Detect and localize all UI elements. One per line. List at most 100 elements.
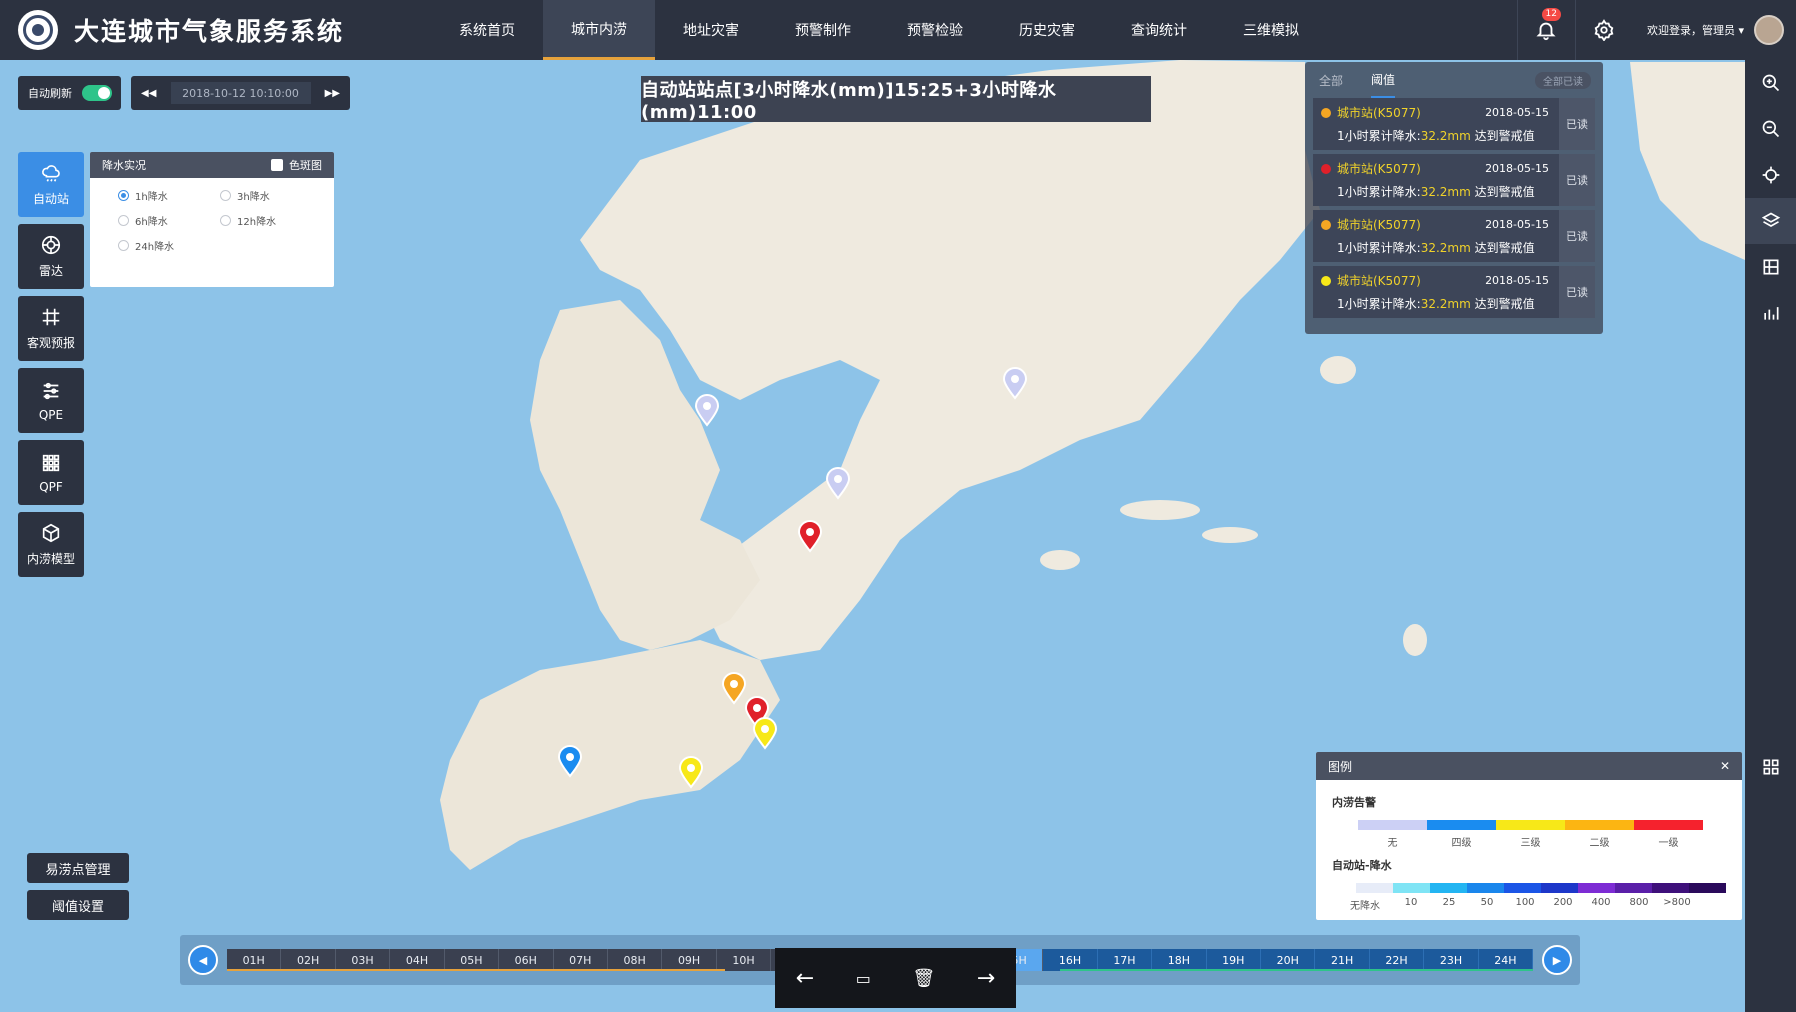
locate-icon[interactable] (1745, 152, 1796, 198)
tool-dots-grid[interactable]: QPF (18, 440, 84, 505)
nav-item[interactable]: 城市内涝 (543, 0, 655, 60)
dots-grid-icon (42, 454, 60, 471)
alert-item[interactable]: 城市站(K5077) 2018-05-15 1小时累计降水:32.2mm 达到警戒值… (1313, 210, 1595, 262)
mark-read-button[interactable]: 已读 (1559, 210, 1595, 262)
timeline-hour[interactable]: 07H (554, 949, 608, 971)
alert-item[interactable]: 城市站(K5077) 2018-05-15 1小时累计降水:32.2mm 达到警戒值… (1313, 154, 1595, 206)
rain-option-radio[interactable]: 24h降水 (118, 238, 220, 253)
delete-icon[interactable]: 🗑 (912, 968, 935, 989)
threshold-settings-button[interactable]: 阈值设置 (27, 890, 129, 920)
tool-sliders[interactable]: QPE (18, 368, 84, 433)
tool-cloud-rain[interactable]: 自动站 (18, 152, 84, 217)
zoom-out-icon[interactable] (1745, 106, 1796, 152)
legend-swatch (1689, 883, 1726, 893)
tool-column: 自动站雷达客观预报 QPE QPF 内涝模型 (18, 152, 84, 584)
legend-title: 图例 (1328, 759, 1353, 774)
rain-option-label: 6h降水 (135, 217, 168, 228)
timeline-hour[interactable]: 21H (1315, 949, 1370, 971)
radio-icon[interactable] (118, 190, 129, 201)
tool-grid[interactable]: 客观预报 (18, 296, 84, 361)
mark-read-button[interactable]: 已读 (1559, 266, 1595, 318)
auto-refresh-control: 自动刷新 (18, 76, 121, 110)
tool-radar[interactable]: 雷达 (18, 224, 84, 289)
redo-arrow-icon[interactable]: → (977, 966, 995, 991)
station-name: 城市站(K5077) (1337, 162, 1421, 176)
legend-swatch (1358, 820, 1427, 830)
timeline-prev-button[interactable]: ◀ (188, 945, 218, 975)
alert-tab[interactable]: 阈值 (1371, 62, 1396, 98)
nav-item[interactable]: 历史灾害 (991, 0, 1103, 60)
timeline-hour[interactable]: 02H (281, 949, 336, 971)
chart-icon[interactable] (1745, 290, 1796, 336)
nav-item[interactable]: 系统首页 (431, 0, 543, 60)
layers-icon[interactable] (1745, 198, 1796, 244)
user-greeting[interactable]: 欢迎登录，管理员 ▾ (1647, 22, 1744, 38)
radio-icon[interactable] (118, 240, 129, 251)
nav-item[interactable]: 查询统计 (1103, 0, 1215, 60)
nav-item[interactable]: 预警制作 (767, 0, 879, 60)
timeline-hour[interactable]: 08H (608, 949, 663, 971)
radio-icon[interactable] (220, 215, 231, 226)
top-bar: 大连城市气象服务系统 系统首页 城市内涝 地址灾害 预警制作 预警检验 历史灾害 查询统计三… (0, 0, 1796, 60)
island (1120, 500, 1200, 520)
alert-panel: 全部 阈值 全部已读 城市站(K5077) 2018-05-15 1小时累计降水:32.… (1305, 62, 1603, 334)
settings-icon[interactable] (1574, 0, 1633, 60)
mark-all-read-button[interactable]: 全部已读 (1535, 72, 1591, 89)
rain-option-label: 1h降水 (135, 192, 168, 203)
nav-item[interactable]: 地址灾害 (655, 0, 767, 60)
timeline-hour[interactable]: 09H (662, 949, 717, 971)
timeline-hour[interactable]: 17H (1097, 949, 1153, 971)
timeline-hour[interactable]: 23H (1424, 949, 1479, 971)
timeline-hour[interactable]: 24H (1478, 949, 1534, 971)
checkbox-icon[interactable] (271, 159, 283, 171)
zoom-in-icon[interactable] (1745, 60, 1796, 106)
rewind-icon[interactable]: ◀◀ (141, 88, 156, 99)
comment-icon[interactable]: ▭ (856, 969, 871, 988)
legend-swatch (1652, 883, 1689, 893)
timeline-hour[interactable]: 03H (336, 949, 391, 971)
app-logo (18, 10, 58, 50)
fast-forward-icon[interactable]: ▶▶ (325, 88, 340, 99)
timeline-hour[interactable]: 05H (445, 949, 500, 971)
datetime-field[interactable]: 2018-10-12 10:10:00 (170, 82, 311, 104)
timeline-hour[interactable]: 10H (717, 949, 772, 971)
rain-option-radio[interactable]: 6h降水 (118, 213, 220, 228)
alert-item[interactable]: 城市站(K5077) 2018-05-15 1小时累计降水:32.2mm 达到警戒值… (1313, 266, 1595, 318)
timeline-next-button[interactable]: ▶ (1542, 945, 1572, 975)
timeline-hour[interactable]: 04H (390, 949, 445, 971)
color-map-checkbox[interactable]: 色斑图 (271, 157, 322, 173)
rain-option-radio[interactable]: 3h降水 (220, 188, 322, 203)
notification-bell-icon[interactable]: 12 (1516, 0, 1575, 60)
alert-tab[interactable]: 全部 (1319, 62, 1343, 98)
radio-icon[interactable] (118, 215, 129, 226)
timeline-hour[interactable]: 22H (1369, 949, 1425, 971)
legend-label: 二级 (1589, 838, 1610, 849)
auto-refresh-toggle[interactable] (82, 85, 112, 101)
close-icon[interactable]: ✕ (1720, 759, 1730, 773)
rain-option-radio[interactable]: 1h降水 (118, 188, 220, 203)
alert-item[interactable]: 城市站(K5077) 2018-05-15 1小时累计降水:32.2mm 达到警戒值… (1313, 98, 1595, 150)
tool-label: 自动站 (32, 192, 69, 206)
flood-point-manage-button[interactable]: 易涝点管理 (27, 853, 129, 883)
legend-label: 400 (1591, 897, 1611, 908)
tool-cube[interactable]: 内涝模型 (18, 512, 84, 577)
timeline-hour[interactable]: 19H (1206, 949, 1262, 971)
timeline-hour[interactable]: 06H (499, 949, 554, 971)
mark-read-button[interactable]: 已读 (1559, 154, 1595, 206)
timeline-hour[interactable]: 20H (1261, 949, 1316, 971)
undo-arrow-icon[interactable]: ← (796, 966, 814, 991)
nav-item[interactable]: 三维模拟 (1215, 0, 1327, 60)
rain-option-radio[interactable]: 12h降水 (220, 213, 322, 228)
tool-label: QPF (39, 479, 63, 494)
map-icon[interactable] (1745, 244, 1796, 290)
timeline-hour[interactable]: 16H (1043, 949, 1098, 971)
legend-swatch (1393, 883, 1430, 893)
island (1202, 527, 1258, 543)
timeline-hour[interactable]: 18H (1152, 949, 1207, 971)
timeline-hour[interactable]: 01H (227, 949, 282, 971)
radio-icon[interactable] (220, 190, 231, 201)
mark-read-button[interactable]: 已读 (1559, 98, 1595, 150)
grid-view-icon[interactable] (1745, 744, 1796, 790)
avatar[interactable] (1754, 15, 1784, 45)
nav-item[interactable]: 预警检验 (879, 0, 991, 60)
